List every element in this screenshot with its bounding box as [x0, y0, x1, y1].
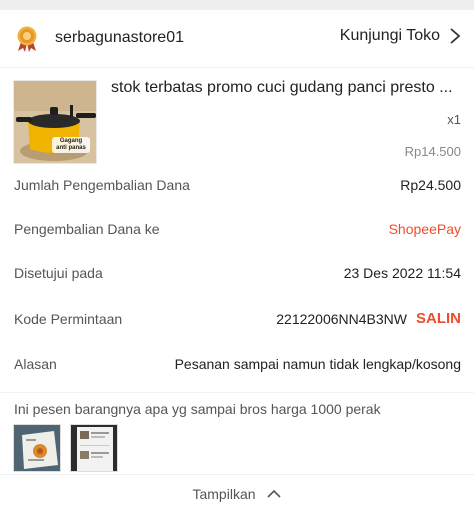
refund-destination-value[interactable]: ShopeePay — [389, 221, 461, 237]
approved-value: 23 Des 2022 11:54 — [343, 265, 461, 281]
request-code-label: Kode Permintaan — [14, 311, 123, 327]
refund-amount-label: Jumlah Pengembalian Dana — [14, 177, 190, 193]
store-name: serbagunastore01 — [55, 29, 184, 46]
attachment-photo-2[interactable] — [70, 424, 118, 472]
show-more-label: Tampilkan — [192, 486, 256, 502]
attachment-image-1 — [14, 425, 60, 471]
reason-value: Pesanan sampai namun tidak lengkap/koson… — [174, 356, 461, 372]
request-code-row: Kode Permintaan 22122006NN4B3NW SALIN — [0, 310, 474, 333]
approved-label: Disetujui pada — [14, 265, 103, 281]
top-strip — [0, 0, 474, 10]
attachment-image-2 — [71, 425, 117, 471]
buyer-note: Ini pesen barangnya apa yg sampai bros h… — [0, 392, 474, 472]
buyer-note-text: Ini pesen barangnya apa yg sampai bros h… — [14, 401, 381, 417]
product-image-caption: Gagang anti panas — [56, 138, 86, 151]
chevron-up-icon — [266, 489, 281, 498]
visit-store-button[interactable]: Kunjungi Toko — [340, 27, 462, 45]
product-quantity: x1 — [447, 112, 461, 127]
product-thumbnail[interactable]: Gagang anti panas — [13, 80, 97, 164]
approved-row: Disetujui pada 23 Des 2022 11:54 — [0, 265, 474, 287]
shop-badge-icon — [17, 26, 37, 52]
reason-row: Alasan Pesanan sampai namun tidak lengka… — [0, 356, 474, 378]
product-item[interactable]: Gagang anti panas stok terbatas promo cu… — [0, 68, 474, 170]
show-more-toggle[interactable]: Tampilkan — [0, 474, 474, 513]
refund-destination-row: Pengembalian Dana ke ShopeePay — [0, 221, 474, 243]
request-code-value: 22122006NN4B3NW — [276, 311, 407, 327]
refund-amount-row: Jumlah Pengembalian Dana Rp24.500 — [0, 177, 474, 199]
refund-card: serbagunastore01 Kunjungi Toko Gagang an… — [0, 10, 474, 513]
chevron-right-icon — [450, 28, 461, 44]
refund-destination-label: Pengembalian Dana ke — [14, 221, 160, 237]
refund-amount-value: Rp24.500 — [400, 177, 461, 193]
visit-store-label: Kunjungi Toko — [339, 27, 440, 44]
product-price: Rp14.500 — [404, 144, 461, 159]
store-header: serbagunastore01 Kunjungi Toko — [0, 10, 474, 68]
product-title: stok terbatas promo cuci gudang panci pr… — [111, 79, 453, 96]
reason-label: Alasan — [14, 356, 57, 372]
attachment-photo-1[interactable] — [13, 424, 61, 472]
copy-button[interactable]: SALIN — [416, 310, 461, 327]
